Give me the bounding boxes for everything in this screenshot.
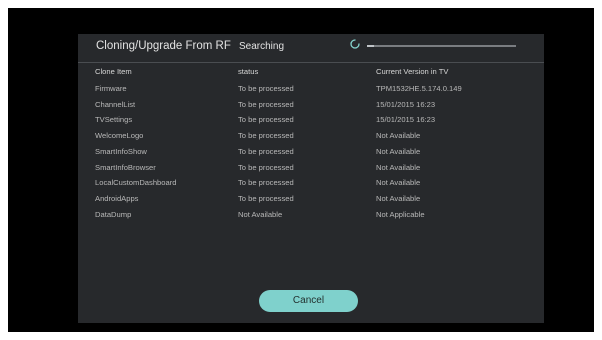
row-current-version: Not Available (376, 162, 421, 172)
row-status: To be processed (238, 84, 294, 93)
row-clone-item: SmartInfoShow (95, 146, 147, 156)
tv-screen: Cloning/Upgrade From RF Searching Clone … (8, 8, 594, 332)
cancel-button[interactable]: Cancel (259, 290, 358, 312)
search-status-text: Searching (239, 41, 285, 52)
row-clone-item: DataDump (95, 209, 132, 219)
row-clone-item: SmartInfoBrowser (95, 162, 156, 172)
row-status: To be processed (238, 131, 294, 141)
row-current-version: Not Available (376, 193, 421, 203)
search-progress-fill (367, 45, 374, 47)
row-status: To be processed (238, 99, 294, 109)
row-status: To be processed (238, 178, 294, 188)
row-current-version: 15/01/2015 16:23 (376, 115, 436, 125)
row-status: Not Available (238, 209, 283, 219)
row-current-version: Not Available (376, 131, 421, 141)
search-progress-bar (367, 45, 516, 47)
column-header-clone-item: Clone Item (95, 67, 132, 76)
row-current-version: 15/01/2015 16:23 (376, 99, 436, 109)
row-status: To be processed (238, 115, 294, 125)
row-clone-item: WelcomeLogo (95, 131, 144, 141)
row-status: To be processed (238, 146, 294, 156)
column-header-status: status (238, 67, 259, 76)
row-current-version: Not Available (376, 146, 421, 156)
row-clone-item: TVSettings (95, 115, 133, 125)
row-status: To be processed (238, 193, 294, 203)
row-clone-item: AndroidApps (95, 193, 139, 203)
row-current-version: Not Available (376, 178, 421, 188)
row-clone-item: LocalCustomDashboard (95, 178, 177, 188)
row-clone-item: ChannelList (95, 99, 136, 109)
dialog-title: Cloning/Upgrade From RF (96, 40, 231, 52)
row-current-version: TPM1532HE.5.174.0.149 (376, 84, 462, 93)
row-clone-item: Firmware (95, 84, 127, 93)
loading-spinner-icon (350, 39, 360, 49)
row-current-version: Not Applicable (376, 209, 425, 219)
column-header-current-version: Current Version in TV (376, 67, 449, 76)
clone-upgrade-dialog: Cloning/Upgrade From RF Searching Clone … (78, 34, 544, 323)
row-status: To be processed (238, 162, 294, 172)
header-divider (78, 62, 544, 63)
